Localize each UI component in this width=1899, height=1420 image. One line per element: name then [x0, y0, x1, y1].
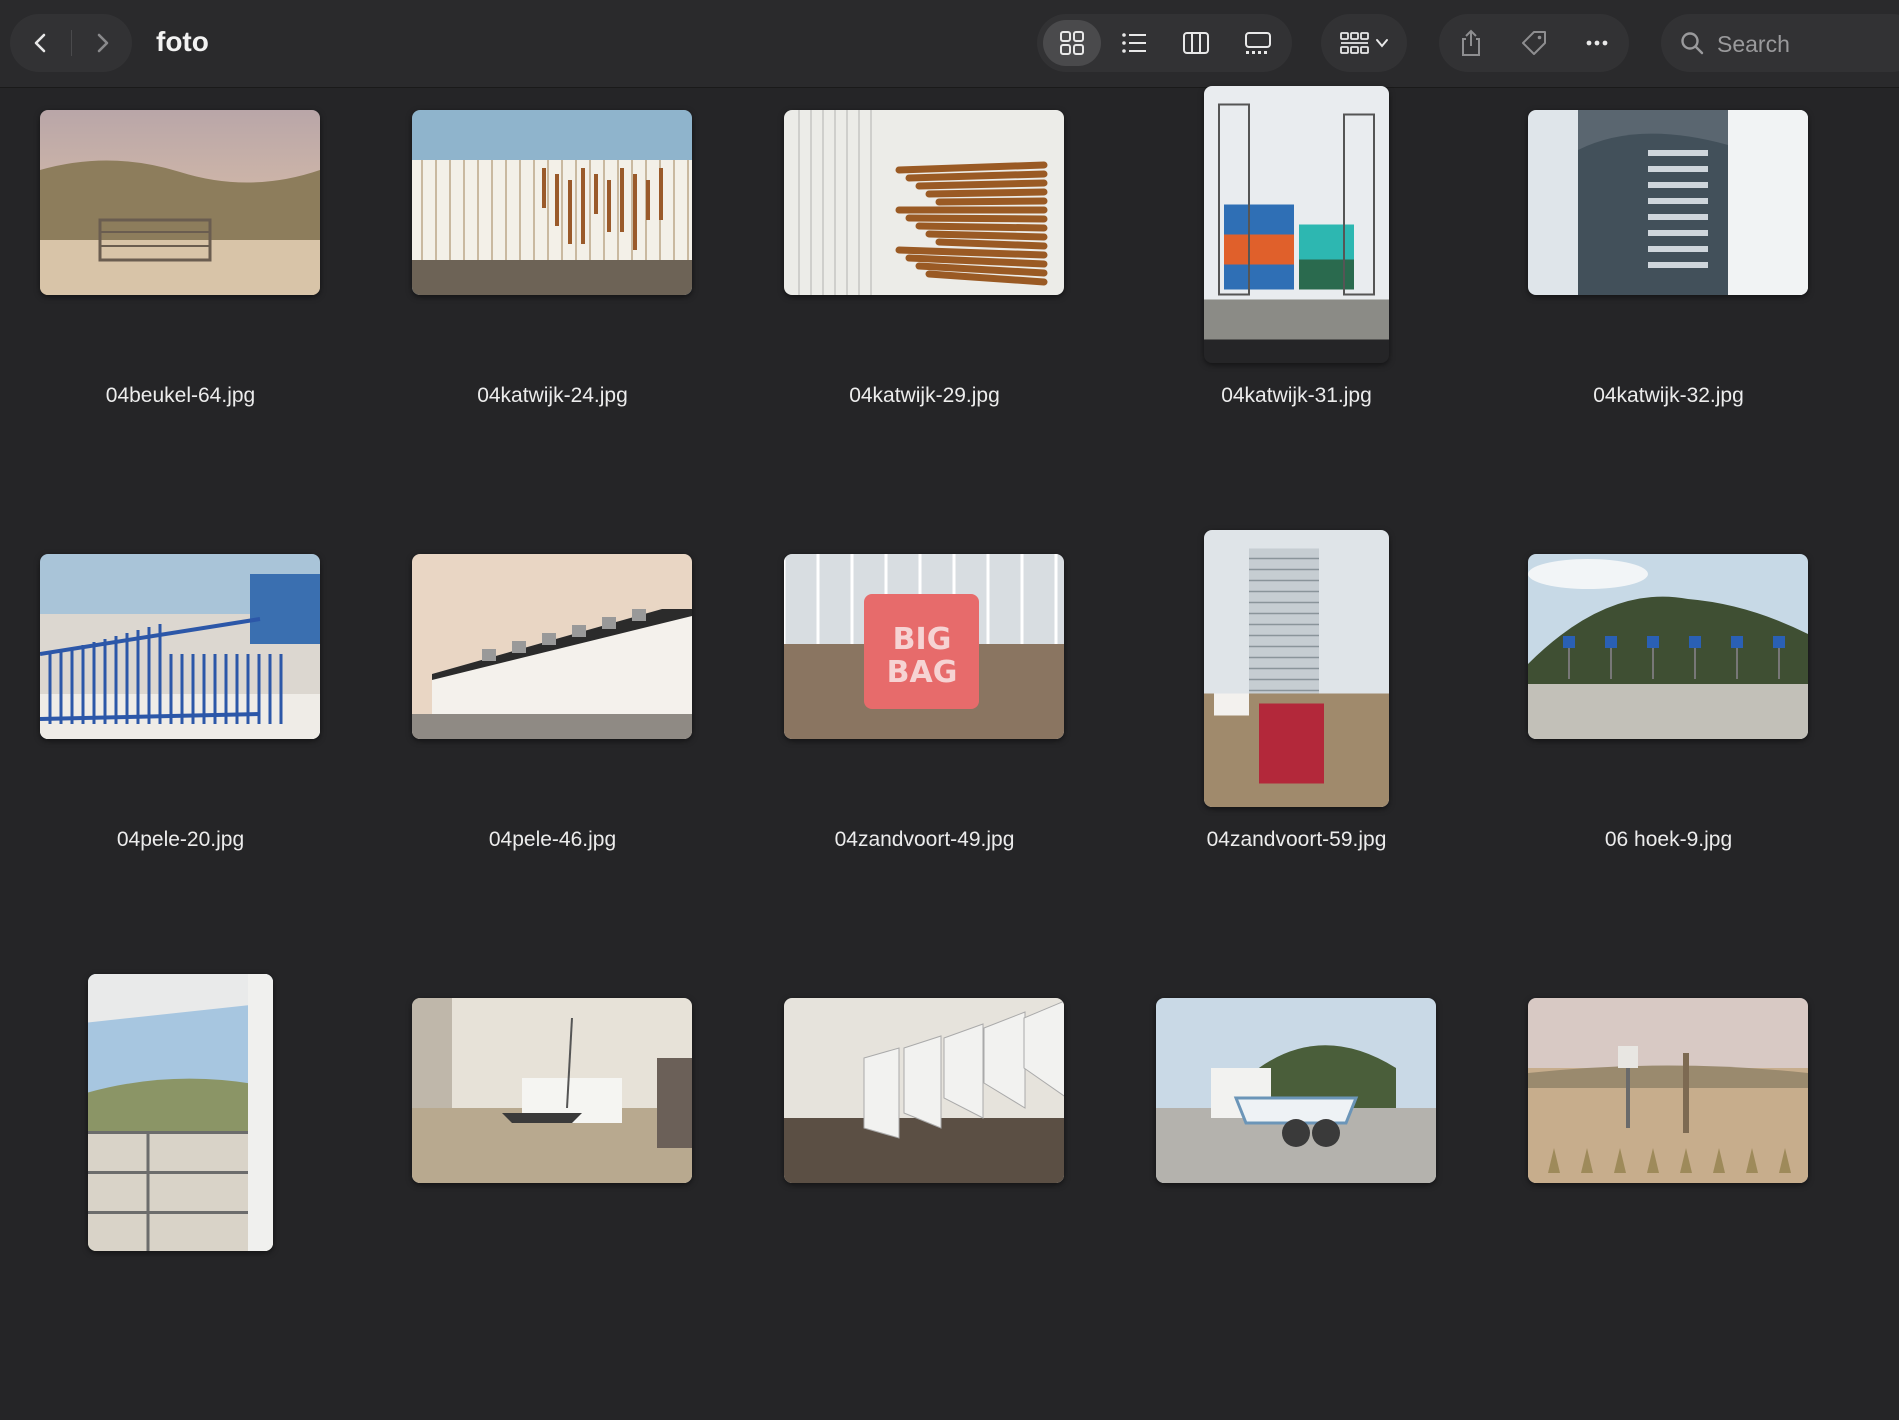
- file-item[interactable]: 04zandvoort-59.jpg: [1125, 530, 1496, 976]
- svg-text:BIG: BIG: [893, 622, 952, 657]
- file-item[interactable]: 04pele-20.jpg: [9, 532, 380, 976]
- photo-image: [40, 110, 320, 295]
- share-icon: [1462, 29, 1480, 56]
- view-switcher: [1037, 14, 1292, 72]
- share-button[interactable]: [1442, 20, 1500, 66]
- search-placeholder: Search: [1717, 31, 1790, 57]
- photo-image: BIG BAG: [784, 554, 1064, 739]
- list-view-button[interactable]: [1105, 20, 1163, 66]
- columns-icon: [1183, 32, 1209, 54]
- photo-image: [1528, 998, 1808, 1183]
- file-grid: 04beukel-64.jpg 04katwijk-24.jpg 04katwi…: [0, 86, 1899, 1266]
- gallery-view-button[interactable]: [1229, 20, 1287, 66]
- file-thumbnail[interactable]: [40, 110, 320, 295]
- file-item[interactable]: [1497, 976, 1868, 1420]
- file-item[interactable]: BIG BAG 04zandvoort-49.jpg: [753, 532, 1124, 976]
- file-name: 04katwijk-29.jpg: [849, 384, 1000, 407]
- navigation-group: [10, 14, 132, 72]
- file-item[interactable]: [753, 976, 1124, 1420]
- file-item[interactable]: [381, 976, 752, 1420]
- file-thumbnail[interactable]: BIG BAG: [784, 554, 1064, 739]
- file-name: 04katwijk-31.jpg: [1221, 384, 1372, 407]
- chevron-down-icon: [1376, 39, 1388, 48]
- file-item[interactable]: 04beukel-64.jpg: [9, 88, 380, 532]
- tag-icon: [1522, 31, 1546, 55]
- forward-button[interactable]: [71, 14, 132, 72]
- file-thumbnail[interactable]: [40, 554, 320, 739]
- file-name: 04zandvoort-49.jpg: [834, 828, 1015, 851]
- photo-image: [87, 974, 273, 1251]
- photo-image: [1528, 554, 1808, 739]
- file-item[interactable]: [1125, 976, 1496, 1420]
- file-name: 04pele-46.jpg: [488, 828, 617, 851]
- file-name: 04beukel-64.jpg: [105, 384, 256, 407]
- photo-image: [412, 554, 692, 739]
- search-icon: [1681, 32, 1704, 55]
- file-thumbnail[interactable]: [784, 998, 1064, 1183]
- photo-image: [40, 554, 320, 739]
- file-thumbnail[interactable]: [1156, 998, 1436, 1183]
- photo-image: [412, 998, 692, 1183]
- photo-image: [1203, 530, 1389, 807]
- column-view-button[interactable]: [1167, 20, 1225, 66]
- grid-icon: [1060, 31, 1084, 55]
- file-item[interactable]: [9, 974, 380, 1420]
- file-name: 04pele-20.jpg: [116, 828, 245, 851]
- gallery-icon: [1245, 32, 1271, 54]
- chevron-right-icon: [97, 33, 108, 53]
- tag-button[interactable]: [1505, 20, 1563, 66]
- file-thumbnail[interactable]: [784, 110, 1064, 295]
- file-thumbnail[interactable]: [1203, 86, 1389, 363]
- group-by-button[interactable]: [1321, 14, 1407, 72]
- toolbar: foto Search: [0, 0, 1899, 88]
- file-thumbnail[interactable]: [1203, 530, 1389, 807]
- file-name: 04katwijk-32.jpg: [1593, 384, 1744, 407]
- file-thumbnail[interactable]: [412, 554, 692, 739]
- photo-image: [1203, 86, 1389, 340]
- list-icon: [1122, 33, 1146, 53]
- photo-image: [784, 998, 1064, 1183]
- action-group: [1439, 14, 1629, 72]
- file-thumbnail[interactable]: [412, 110, 692, 295]
- file-thumbnail[interactable]: [1528, 998, 1808, 1183]
- photo-image: [1156, 998, 1436, 1183]
- folder-title: foto: [156, 26, 209, 57]
- photo-image: [412, 110, 692, 295]
- file-item[interactable]: 04pele-46.jpg: [381, 532, 752, 976]
- file-name: 04katwijk-24.jpg: [477, 384, 628, 407]
- file-item[interactable]: 04katwijk-31.jpg: [1125, 86, 1496, 532]
- file-thumbnail[interactable]: [412, 998, 692, 1183]
- file-thumbnail[interactable]: [87, 974, 273, 1251]
- chevron-left-icon: [34, 33, 45, 53]
- ellipsis-icon: [1586, 40, 1608, 46]
- svg-text:BAG: BAG: [887, 655, 958, 690]
- file-item[interactable]: 04katwijk-32.jpg: [1497, 88, 1868, 532]
- search-field[interactable]: Search: [1661, 14, 1899, 72]
- file-name: 06 hoek-9.jpg: [1604, 828, 1733, 851]
- more-button[interactable]: [1568, 20, 1626, 66]
- photo-image: [1528, 110, 1808, 295]
- file-thumbnail[interactable]: [1528, 110, 1808, 295]
- file-item[interactable]: 04katwijk-29.jpg: [753, 88, 1124, 532]
- file-item[interactable]: 04katwijk-24.jpg: [381, 88, 752, 532]
- file-thumbnail[interactable]: [1528, 554, 1808, 739]
- icon-view-button[interactable]: [1043, 20, 1101, 66]
- photo-image: [784, 110, 1064, 295]
- file-name: 04zandvoort-59.jpg: [1206, 828, 1387, 851]
- file-item[interactable]: 06 hoek-9.jpg: [1497, 532, 1868, 976]
- back-button[interactable]: [10, 14, 71, 72]
- group-by-icon: [1340, 32, 1369, 54]
